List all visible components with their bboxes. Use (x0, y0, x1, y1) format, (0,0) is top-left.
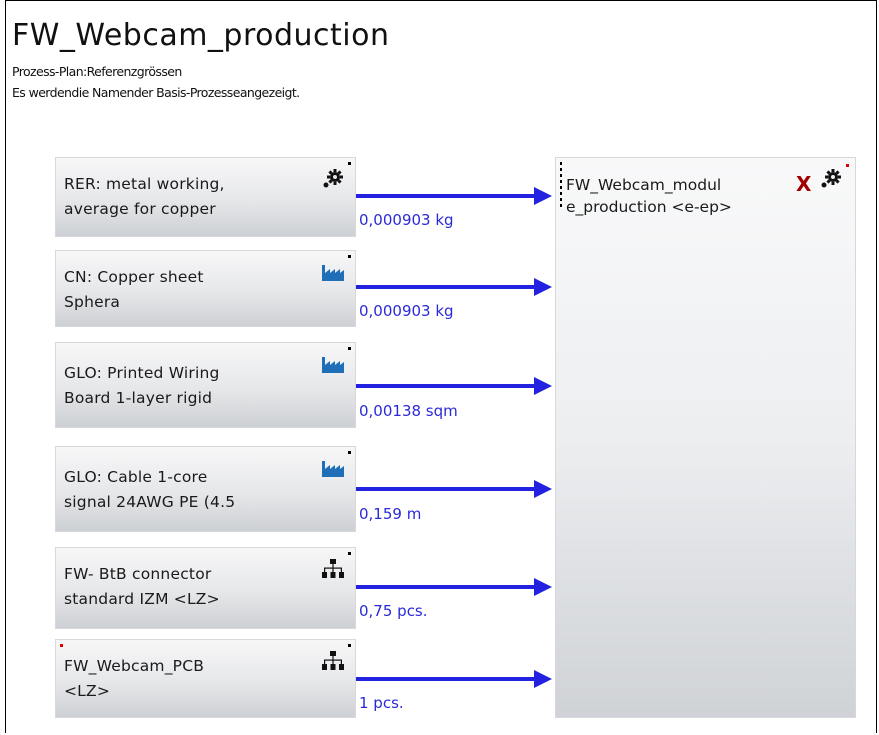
flow-arrow[interactable] (356, 487, 536, 491)
flow-arrow[interactable] (356, 194, 536, 198)
error-mark: X (796, 172, 812, 196)
flow-amount: 0,000903 kg (359, 302, 454, 320)
factory-icon (322, 461, 344, 477)
process-label: GLO: Printed Wiring Board 1-layer rigid (64, 364, 220, 407)
arrow-head (534, 278, 552, 296)
corner-marker (348, 255, 351, 258)
corner-marker (348, 162, 351, 165)
process-box[interactable]: FW_Webcam_PCB <LZ> (55, 639, 356, 718)
factory-icon (322, 357, 344, 373)
gear-icon (323, 169, 343, 188)
selection-marker (560, 162, 562, 208)
process-box[interactable]: FW- BtB connector standard IZM <LZ> (55, 547, 356, 629)
flow-arrow[interactable] (356, 384, 536, 388)
flow-arrow[interactable] (356, 585, 536, 589)
gear-icon (821, 169, 841, 188)
process-box[interactable]: GLO: Cable 1-core signal 24AWG PE (4.5 (55, 446, 356, 532)
plan-description: Es werdendie Namender Basis-Prozesseange… (12, 85, 300, 100)
red-marker (60, 644, 63, 647)
factory-icon (322, 265, 344, 281)
red-marker (846, 164, 849, 167)
process-box[interactable]: CN: Copper sheet Sphera (55, 250, 356, 327)
flow-arrow[interactable] (356, 285, 536, 289)
plan-subtitle: Prozess-Plan:Referenzgrössen (12, 64, 182, 79)
flow-amount: 0,75 pcs. (359, 602, 428, 620)
process-label: CN: Copper sheet Sphera (64, 268, 204, 311)
process-label: FW_Webcam_PCB <LZ> (64, 657, 205, 700)
target-process-label: FW_Webcam_modul e_production <e-ep> (566, 176, 732, 216)
plan-title: FW_Webcam_production (12, 18, 390, 53)
process-label: GLO: Cable 1-core signal 24AWG PE (4.5 (64, 468, 236, 511)
flow-amount: 0,00138 sqm (359, 402, 458, 420)
arrow-head (534, 377, 552, 395)
hierarchy-icon (322, 651, 344, 670)
hierarchy-icon (322, 559, 344, 578)
process-label: FW- BtB connector standard IZM <LZ> (64, 565, 220, 608)
flow-amount: 0,159 m (359, 505, 422, 523)
target-process-box[interactable]: FW_Webcam_modul e_production <e-ep> X (555, 157, 856, 718)
corner-marker (348, 347, 351, 350)
process-label: RER: metal working, average for copper (64, 175, 225, 218)
arrow-head (534, 187, 552, 205)
corner-marker (348, 644, 351, 647)
corner-marker (348, 552, 351, 555)
arrow-head (534, 480, 552, 498)
flow-amount: 0,000903 kg (359, 211, 454, 229)
arrow-head (534, 578, 552, 596)
process-box[interactable]: RER: metal working, average for copper (55, 157, 356, 237)
flow-arrow[interactable] (356, 677, 536, 681)
flow-amount: 1 pcs. (359, 694, 404, 712)
process-box[interactable]: GLO: Printed Wiring Board 1-layer rigid (55, 342, 356, 428)
arrow-head (534, 670, 552, 688)
corner-marker (348, 451, 351, 454)
